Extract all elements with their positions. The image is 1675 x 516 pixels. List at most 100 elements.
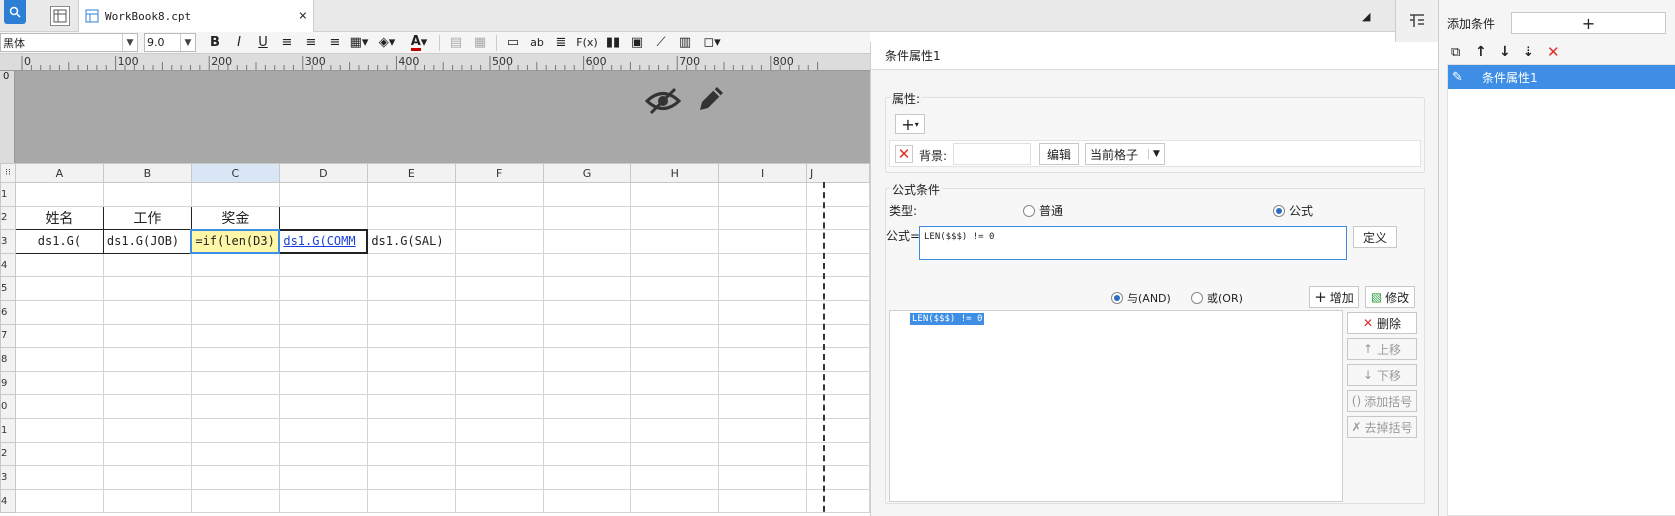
cell[interactable] [806, 182, 870, 207]
scope-select[interactable]: 当前格子 ▼ [1085, 143, 1165, 165]
cell[interactable] [366, 370, 456, 396]
cell[interactable] [630, 417, 720, 443]
cell[interactable] [630, 394, 720, 419]
cell[interactable] [806, 252, 870, 278]
cell[interactable] [14, 394, 104, 419]
collapse-toolbar-icon[interactable]: ◢ [1362, 10, 1376, 23]
cell[interactable] [454, 370, 544, 396]
move-down-button[interactable]: ↓ 下移 [1347, 364, 1417, 386]
cell[interactable] [454, 417, 544, 443]
or-radio[interactable]: 或(OR) [1191, 290, 1243, 306]
cell[interactable] [542, 229, 632, 254]
underline-button[interactable]: U [252, 33, 274, 53]
cell[interactable] [806, 347, 870, 372]
cell[interactable] [718, 323, 808, 349]
cell[interactable] [454, 488, 544, 514]
cell[interactable] [366, 441, 456, 467]
cell[interactable] [102, 417, 192, 443]
cell[interactable] [806, 205, 870, 231]
align-left-icon[interactable]: ≡ [276, 33, 298, 53]
cell[interactable] [102, 488, 192, 514]
cell[interactable] [278, 441, 368, 467]
cell[interactable] [190, 347, 280, 372]
border-icon[interactable]: ▦▾ [348, 33, 370, 53]
cell[interactable] [542, 370, 632, 396]
text-color-button[interactable]: A ▾ [404, 33, 434, 53]
cell[interactable] [190, 370, 280, 396]
cell[interactable] [454, 465, 544, 490]
select-all-corner[interactable]: ⁝⁝ [0, 163, 16, 183]
cell[interactable] [190, 488, 280, 514]
cell[interactable] [14, 347, 104, 372]
cell-a3[interactable]: ds1.G( [14, 229, 104, 254]
cell[interactable] [190, 323, 280, 349]
cell[interactable] [366, 252, 456, 278]
cell[interactable] [278, 182, 368, 207]
cell[interactable] [14, 370, 104, 396]
align-right-icon[interactable]: ≡ [324, 33, 346, 53]
row-header[interactable]: 6 [0, 299, 16, 325]
cell[interactable] [278, 205, 368, 231]
cell[interactable] [542, 252, 632, 278]
cell[interactable] [542, 417, 632, 443]
bold-button[interactable]: B [204, 33, 226, 53]
font-family-select[interactable]: 黑体 ▼ [0, 33, 138, 52]
row-header[interactable]: 8 [0, 347, 16, 372]
cell[interactable] [190, 299, 280, 325]
cell[interactable] [102, 441, 192, 467]
cell[interactable] [278, 323, 368, 349]
cell[interactable] [278, 465, 368, 490]
cell[interactable] [14, 276, 104, 301]
cell[interactable] [718, 229, 808, 254]
column-header-a[interactable]: A [14, 163, 104, 183]
cell[interactable] [190, 417, 280, 443]
column-header-i[interactable]: I [718, 163, 808, 183]
move-bottom-icon[interactable]: ⇣ [1523, 45, 1541, 60]
cell[interactable] [806, 276, 870, 301]
cell-d3[interactable]: ds1.G(COMM [278, 228, 369, 255]
cell[interactable] [806, 299, 870, 325]
cell[interactable] [278, 276, 368, 301]
merge-cells-icon[interactable]: ▤ [445, 33, 467, 53]
row-header[interactable]: 4 [0, 488, 16, 514]
cell[interactable] [366, 394, 456, 419]
cell[interactable] [102, 182, 192, 207]
cell[interactable] [630, 252, 720, 278]
cell[interactable] [718, 417, 808, 443]
cell[interactable] [718, 465, 808, 490]
spreadsheet-grid[interactable]: ⁝⁝ A B C D E F G H I J 1 2 姓名 工作 奖金 3 ds… [0, 163, 870, 516]
row-header[interactable]: 3 [0, 465, 16, 490]
delete-red-x-icon[interactable]: ✕ [1547, 43, 1565, 61]
cell[interactable] [718, 205, 808, 231]
column-header-b[interactable]: B [102, 163, 192, 183]
chart-icon[interactable]: ▮▮ [602, 33, 624, 53]
column-header-f[interactable]: F [454, 163, 544, 183]
add-condition-button[interactable]: + 增加 [1309, 286, 1359, 308]
cell[interactable] [190, 252, 280, 278]
condition-list[interactable]: LEN($$$) != 0 [889, 310, 1343, 502]
cell[interactable] [190, 276, 280, 301]
slash-icon[interactable]: ⟋ [650, 33, 672, 53]
cell[interactable] [102, 347, 192, 372]
insert-row-icon[interactable]: ▭ [502, 33, 524, 53]
text-style-button[interactable]: ab [526, 33, 548, 53]
cell[interactable] [366, 417, 456, 443]
cell[interactable] [102, 276, 192, 301]
wrap-text-icon[interactable]: ≣ [550, 33, 572, 53]
cell[interactable] [278, 488, 368, 514]
cell[interactable] [454, 323, 544, 349]
row-header[interactable]: 7 [0, 323, 16, 349]
column-header-h[interactable]: H [630, 163, 720, 183]
cell[interactable] [366, 347, 456, 372]
cell[interactable] [718, 347, 808, 372]
cell[interactable] [454, 182, 544, 207]
cell[interactable] [806, 394, 870, 419]
column-header-j[interactable]: J [806, 163, 870, 183]
type-normal-radio[interactable]: 普通 [1023, 202, 1063, 219]
cell[interactable] [454, 229, 544, 254]
cell[interactable] [630, 229, 720, 254]
row-header[interactable]: 3 [0, 229, 16, 254]
row-header[interactable]: 1 [0, 182, 16, 207]
and-radio[interactable]: 与(AND) [1111, 290, 1171, 306]
add-paren-button[interactable]: () 添加括号 [1347, 390, 1417, 412]
